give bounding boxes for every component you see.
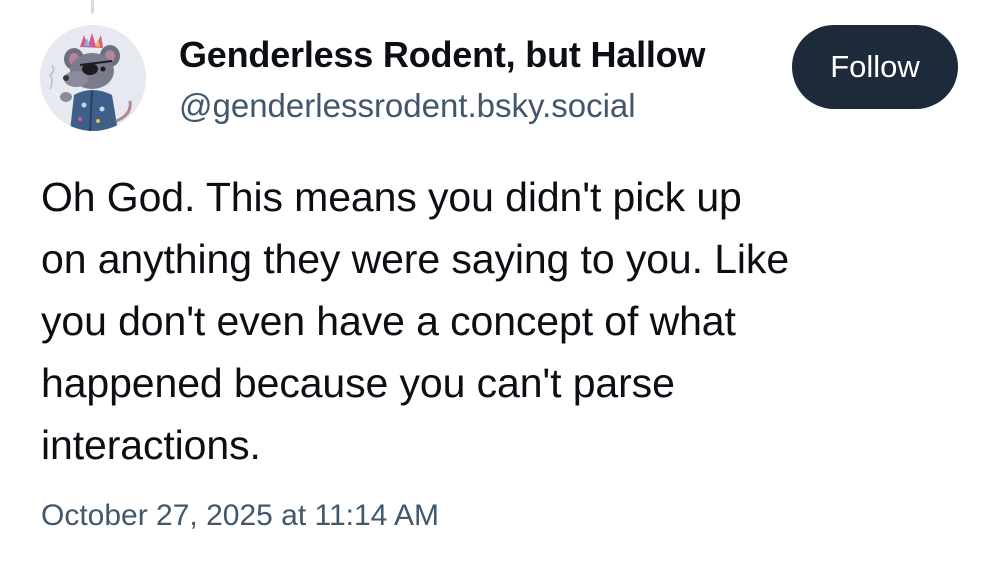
post-text-line: interactions. [41,422,261,468]
follow-button[interactable]: Follow [792,25,958,109]
thread-connector-line [91,0,94,14]
post-text-line: Oh God. This means you didn't pick up [41,174,742,220]
rat-with-eyepatch-avatar-icon [40,25,146,131]
avatar[interactable] [40,25,146,131]
post-text-line: happened because you can't parse [41,360,675,406]
post-timestamp[interactable]: October 27, 2025 at 11:14 AM [41,494,439,538]
post-text-line: on anything they were saying to you. Lik… [41,236,790,282]
post-text-line: you don't even have a concept of what [41,298,736,344]
author-handle[interactable]: @genderlessrodent.bsky.social [179,84,636,128]
follow-button-label: Follow [830,49,920,84]
display-name-text: Genderless Rodent, but Hallow [179,34,706,75]
post-text: Oh God. This means you didn't pick up on… [41,166,981,476]
